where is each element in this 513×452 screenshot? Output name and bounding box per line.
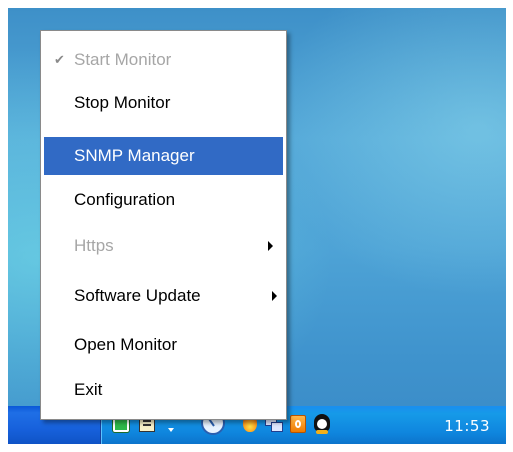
menu-item-stop-monitor[interactable]: Stop Monitor xyxy=(44,84,283,122)
tray-clock[interactable]: 11:53 xyxy=(444,417,490,435)
menu-item-software-update[interactable]: Software Update xyxy=(44,277,283,315)
submenu-arrow-icon xyxy=(268,241,273,251)
menu-item-label: SNMP Manager xyxy=(74,146,195,165)
menu-item-label: Https xyxy=(74,236,114,255)
menu-item-label: Stop Monitor xyxy=(74,93,171,112)
menu-item-https[interactable]: Https xyxy=(44,227,283,265)
menu-item-open-monitor[interactable]: Open Monitor xyxy=(44,326,283,364)
menu-item-label: Start Monitor xyxy=(74,50,172,69)
menu-item-start-monitor[interactable]: ✔ Start Monitor xyxy=(44,41,283,79)
menu-item-label: Software Update xyxy=(74,286,201,305)
menu-item-configuration[interactable]: Configuration xyxy=(44,181,283,219)
menu-item-label: Open Monitor xyxy=(74,335,177,354)
menu-item-label: Exit xyxy=(74,380,103,399)
penguin-icon[interactable] xyxy=(314,414,330,434)
tray-context-menu: ✔ Start Monitor Stop Monitor SNMP Manage… xyxy=(40,30,287,420)
menu-item-snmp-manager[interactable]: SNMP Manager xyxy=(44,137,283,175)
desktop: 11:53 ✔ Start Monitor Stop Monitor SNMP … xyxy=(8,8,506,444)
submenu-arrow-icon xyxy=(272,291,277,301)
menu-item-label: Configuration xyxy=(74,190,176,209)
menu-item-exit[interactable]: Exit xyxy=(44,371,283,409)
expand-arrow-icon[interactable] xyxy=(168,428,174,432)
office-icon[interactable] xyxy=(290,415,306,433)
check-icon: ✔ xyxy=(54,52,65,67)
